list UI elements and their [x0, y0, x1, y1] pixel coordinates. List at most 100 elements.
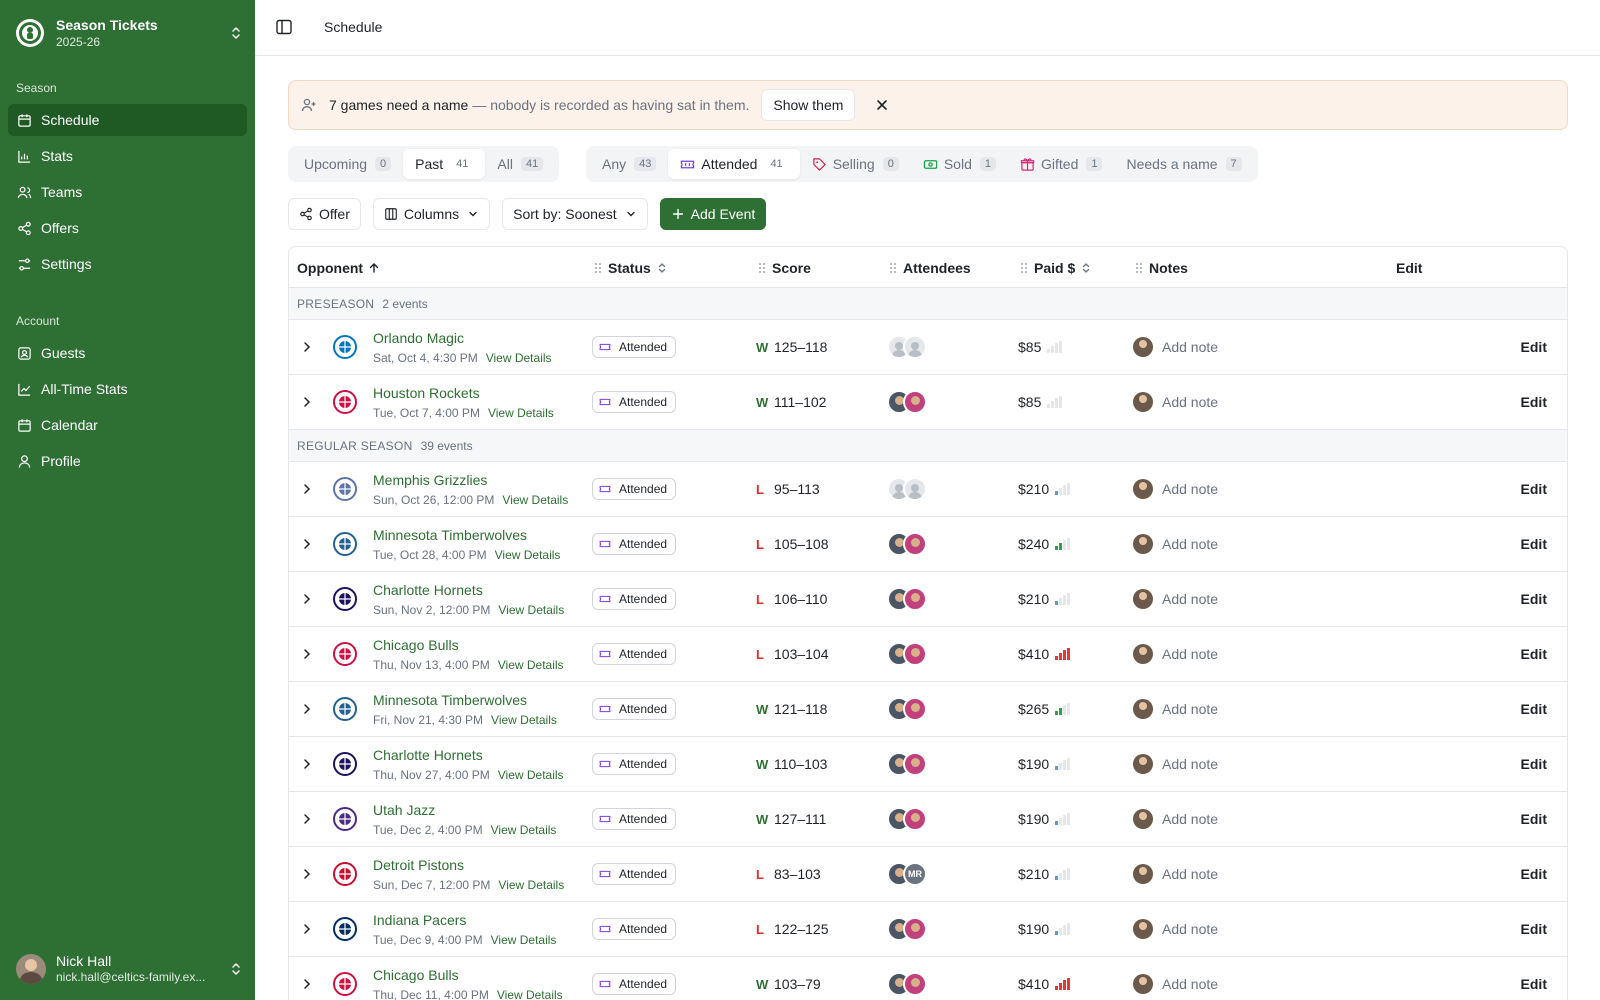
edit-button[interactable]: Edit [1521, 792, 1547, 846]
edit-button[interactable]: Edit [1521, 957, 1547, 1000]
view-details-link[interactable]: View Details [488, 406, 554, 420]
view-details-link[interactable]: View Details [502, 493, 568, 507]
offer-button[interactable]: Offer [288, 198, 361, 230]
expand-row-icon[interactable] [300, 320, 314, 374]
opponent-name[interactable]: Memphis Grizzlies [373, 471, 487, 489]
table-row[interactable]: Charlotte Hornets Sun, Nov 2, 12:00 PM Vie… [289, 572, 1567, 627]
view-details-link[interactable]: View Details [486, 351, 552, 365]
opponent-name[interactable]: Orlando Magic [373, 329, 464, 347]
attendee-avatars[interactable] [887, 642, 931, 666]
add-note[interactable]: Add note [1162, 701, 1218, 717]
notes-cell[interactable]: Add note [1133, 572, 1218, 626]
tab-gifted[interactable]: Gifted 1 [1008, 149, 1114, 179]
attendee-avatars[interactable] [887, 335, 931, 359]
nav-item-teams[interactable]: Teams [8, 176, 247, 208]
add-note[interactable]: Add note [1162, 591, 1218, 607]
tab-any[interactable]: Any 43 [590, 149, 668, 179]
column-header-opponent[interactable]: Opponent [297, 260, 380, 276]
expand-row-icon[interactable] [300, 902, 314, 956]
opponent-name[interactable]: Houston Rockets [373, 384, 480, 402]
notes-cell[interactable]: Add note [1133, 737, 1218, 791]
status-badge[interactable]: Attended [592, 918, 677, 940]
tab-attended[interactable]: Attended 41 [668, 149, 800, 179]
nav-item-stats[interactable]: Stats [8, 140, 247, 172]
tab-sold[interactable]: Sold 1 [911, 149, 1008, 179]
notes-cell[interactable]: Add note [1133, 847, 1218, 901]
view-details-link[interactable]: View Details [497, 988, 563, 1000]
status-badge[interactable]: Attended [592, 478, 677, 500]
nav-item-calendar[interactable]: Calendar [8, 409, 247, 441]
table-row[interactable]: Chicago Bulls Thu, Nov 13, 4:00 PM View De… [289, 627, 1567, 682]
edit-button[interactable]: Edit [1521, 682, 1547, 736]
grip-icon[interactable] [1135, 262, 1143, 274]
column-header-score[interactable]: Score [758, 260, 811, 276]
expand-row-icon[interactable] [300, 517, 314, 571]
add-note[interactable]: Add note [1162, 536, 1218, 552]
expand-row-icon[interactable] [300, 737, 314, 791]
add-note[interactable]: Add note [1162, 339, 1218, 355]
attendee-avatars[interactable] [887, 697, 931, 721]
view-details-link[interactable]: View Details [491, 823, 557, 837]
tab-upcoming[interactable]: Upcoming 0 [292, 149, 403, 179]
opponent-name[interactable]: Minnesota Timberwolves [373, 691, 527, 709]
opponent-name[interactable]: Minnesota Timberwolves [373, 526, 527, 544]
status-badge[interactable]: Attended [592, 973, 677, 995]
expand-row-icon[interactable] [300, 572, 314, 626]
nav-item-offers[interactable]: Offers [8, 212, 247, 244]
add-note[interactable]: Add note [1162, 866, 1218, 882]
add-note[interactable]: Add note [1162, 811, 1218, 827]
attendee-avatars[interactable] [887, 917, 931, 941]
edit-button[interactable]: Edit [1521, 627, 1547, 681]
notes-cell[interactable]: Add note [1133, 627, 1218, 681]
status-badge[interactable]: Attended [592, 643, 677, 665]
status-badge[interactable]: Attended [592, 391, 677, 413]
edit-button[interactable]: Edit [1521, 320, 1547, 374]
opponent-name[interactable]: Chicago Bulls [373, 636, 459, 654]
status-badge[interactable]: Attended [592, 863, 677, 885]
grip-icon[interactable] [594, 262, 602, 274]
column-header-notes[interactable]: Notes [1135, 260, 1188, 276]
attendee-avatars[interactable] [887, 532, 931, 556]
edit-button[interactable]: Edit [1521, 375, 1547, 429]
status-badge[interactable]: Attended [592, 588, 677, 610]
team-switcher[interactable]: Season Tickets 2025-26 [16, 14, 244, 52]
expand-row-icon[interactable] [300, 957, 314, 1000]
view-details-link[interactable]: View Details [495, 548, 561, 562]
status-badge[interactable]: Attended [592, 808, 677, 830]
opponent-name[interactable]: Charlotte Hornets [373, 581, 483, 599]
sort-dropdown[interactable]: Sort by: Soonest [502, 198, 648, 230]
add-event-button[interactable]: Add Event [659, 198, 767, 230]
table-row[interactable]: Charlotte Hornets Thu, Nov 27, 4:00 PM Vie… [289, 737, 1567, 792]
view-details-link[interactable]: View Details [498, 768, 564, 782]
opponent-name[interactable]: Charlotte Hornets [373, 746, 483, 764]
nav-item-profile[interactable]: Profile [8, 445, 247, 477]
attendee-avatars[interactable] [887, 390, 931, 414]
table-row[interactable]: Houston Rockets Tue, Oct 7, 4:00 PM View D… [289, 375, 1567, 430]
notes-cell[interactable]: Add note [1133, 682, 1218, 736]
attendee-avatars[interactable] [887, 752, 931, 776]
opponent-name[interactable]: Detroit Pistons [373, 856, 464, 874]
notes-cell[interactable]: Add note [1133, 462, 1218, 516]
table-row[interactable]: Minnesota Timberwolves Tue, Oct 28, 4:00 … [289, 517, 1567, 572]
status-badge[interactable]: Attended [592, 533, 677, 555]
edit-button[interactable]: Edit [1521, 572, 1547, 626]
nav-item-guests[interactable]: Guests [8, 337, 247, 369]
attendee-avatars[interactable] [887, 807, 931, 831]
notes-cell[interactable]: Add note [1133, 375, 1218, 429]
add-note[interactable]: Add note [1162, 481, 1218, 497]
column-header-status[interactable]: Status [594, 260, 668, 276]
expand-row-icon[interactable] [300, 847, 314, 901]
view-details-link[interactable]: View Details [498, 878, 564, 892]
grip-icon[interactable] [1020, 262, 1028, 274]
attendee-avatars[interactable]: MR [887, 862, 931, 886]
expand-row-icon[interactable] [300, 792, 314, 846]
view-details-link[interactable]: View Details [498, 658, 564, 672]
add-note[interactable]: Add note [1162, 756, 1218, 772]
edit-button[interactable]: Edit [1521, 902, 1547, 956]
notes-cell[interactable]: Add note [1133, 320, 1218, 374]
expand-row-icon[interactable] [300, 462, 314, 516]
view-details-link[interactable]: View Details [491, 933, 557, 947]
edit-button[interactable]: Edit [1521, 517, 1547, 571]
table-row[interactable]: Memphis Grizzlies Sun, Oct 26, 12:00 PM Vi… [289, 462, 1567, 517]
table-row[interactable]: Minnesota Timberwolves Fri, Nov 21, 4:30 … [289, 682, 1567, 737]
